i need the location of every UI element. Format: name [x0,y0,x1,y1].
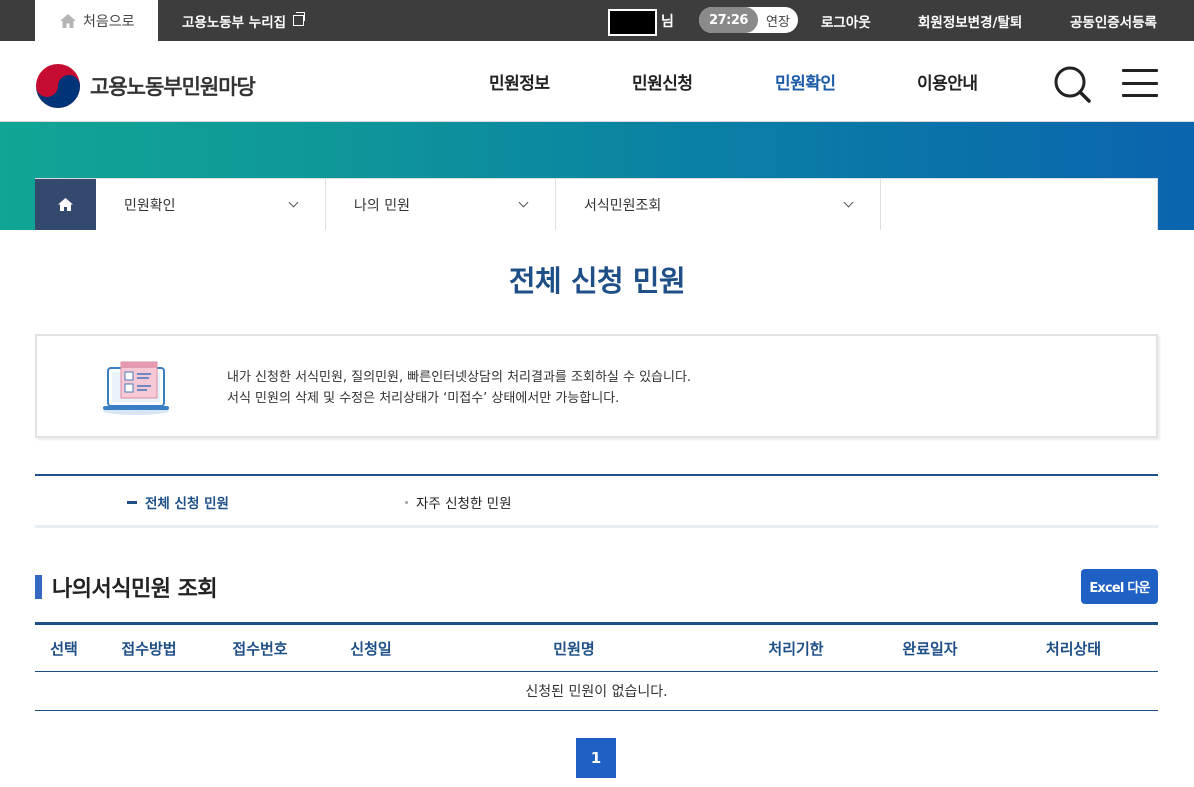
col-deadline: 처리기한 [768,639,824,658]
session-time: 27:26 [699,7,758,33]
sub-tab-bar: 전체 신청 민원 자주 신청한 민원 [35,474,1158,528]
chevron-down-icon [843,197,854,208]
empty-table-message: 신청된 민원이 없습니다. [35,671,1158,711]
active-marker-icon [127,500,137,504]
session-timer: 27:26 연장 [699,7,798,33]
site-logo[interactable]: 고용노동부민원마당 [35,63,256,109]
info-line-1: 내가 신청한 서식민원, 질의민원, 빠른인터넷상담의 처리결과를 조회하실 수… [227,370,692,385]
hamburger-menu-icon[interactable] [1122,69,1158,97]
nav-complaint-check[interactable]: 민원확인 [775,41,836,122]
location-level3-label: 서식민원조회 [584,197,662,214]
complaint-table: 선택 접수방법 접수번호 신청일 민원명 처리기한 완료일자 처리상태 신청된 … [35,622,1158,711]
bullet-dot-icon [405,500,408,504]
user-honorific: 님 [661,13,674,30]
col-receipt-number: 접수번호 [232,639,288,658]
excel-download-button[interactable]: Excel 다운 [1081,569,1158,604]
ministry-site-link[interactable]: 고용노동부 누리집 [182,0,306,41]
home-icon [60,13,76,28]
location-dropdown-level2[interactable]: 나의 민원 [326,179,556,230]
chevron-down-icon [288,197,299,208]
nav-complaint-info[interactable]: 민원정보 [489,41,550,122]
session-extend-button[interactable]: 연장 [758,7,798,33]
member-edit-link[interactable]: 회원정보변경/탈퇴 [918,0,1022,41]
cert-register-link[interactable]: 공동인증서등록 [1070,0,1157,41]
nav-user-guide[interactable]: 이용안내 [917,41,978,122]
nav-complaint-apply[interactable]: 민원신청 [632,41,693,122]
pagination-page-1[interactable]: 1 [576,738,616,778]
location-bar: 민원확인 나의 민원 서식민원조회 [35,178,1158,230]
logout-link[interactable]: 로그아웃 [821,0,871,41]
laptop-form-icon [103,361,169,415]
home-link[interactable]: 처음으로 [35,0,158,41]
col-status: 처리상태 [1045,639,1102,658]
user-name-redacted [608,9,657,36]
utility-bar: 처음으로 고용노동부 누리집 님 27:26 연장 로그아웃 회원정보변경/탈퇴… [0,0,1194,41]
site-logo-text: 고용노동부민원마당 [90,75,256,99]
home-icon [58,198,73,211]
home-link-label: 처음으로 [83,13,135,30]
location-dropdown-level1[interactable]: 민원확인 [96,179,326,230]
table-header-row: 선택 접수방법 접수번호 신청일 민원명 처리기한 완료일자 처리상태 [35,623,1158,672]
tab-frequent-complaints[interactable]: 자주 신청한 민원 [405,476,512,528]
search-icon[interactable] [1052,64,1092,104]
location-dropdown-level3[interactable]: 서식민원조회 [556,179,881,230]
section-title: 나의서식민원 조회 [35,572,218,602]
info-notice-box: 내가 신청한 서식민원, 질의민원, 빠른인터넷상담의 처리결과를 조회하실 수… [35,334,1158,438]
col-apply-date: 신청일 [350,639,392,658]
location-level1-label: 민원확인 [124,197,176,214]
location-home-button[interactable] [35,179,96,230]
col-receipt-method: 접수방법 [121,639,177,658]
info-line-2: 서식 민원의 삭제 및 수정은 처리상태가 ‘미접수’ 상태에서만 가능합니다. [227,391,620,406]
site-header: 고용노동부민원마당 민원정보 민원신청 민원확인 이용안내 [0,41,1194,122]
tab-all-complaints-label: 전체 신청 민원 [145,496,229,512]
location-empty-slot [881,179,1158,230]
page-title: 전체 신청 민원 [508,264,686,298]
new-window-icon [293,12,306,26]
location-level2-label: 나의 민원 [354,197,410,214]
tab-frequent-complaints-label: 자주 신청한 민원 [416,496,512,512]
table-row: 신청된 민원이 없습니다. [35,671,1158,711]
tab-all-complaints[interactable]: 전체 신청 민원 [127,476,229,528]
section-title-bar [35,575,42,599]
info-notice-text: 내가 신청한 서식민원, 질의민원, 빠른인터넷상담의 처리결과를 조회하실 수… [227,367,691,409]
chevron-down-icon [518,197,529,208]
col-select: 선택 [50,639,78,658]
ministry-site-label: 고용노동부 누리집 [182,14,287,31]
section-title-text: 나의서식민원 조회 [52,577,218,602]
col-completion-date: 완료일자 [902,639,958,658]
col-complaint-name: 민원명 [553,639,595,658]
taegeuk-emblem-icon [36,64,80,108]
